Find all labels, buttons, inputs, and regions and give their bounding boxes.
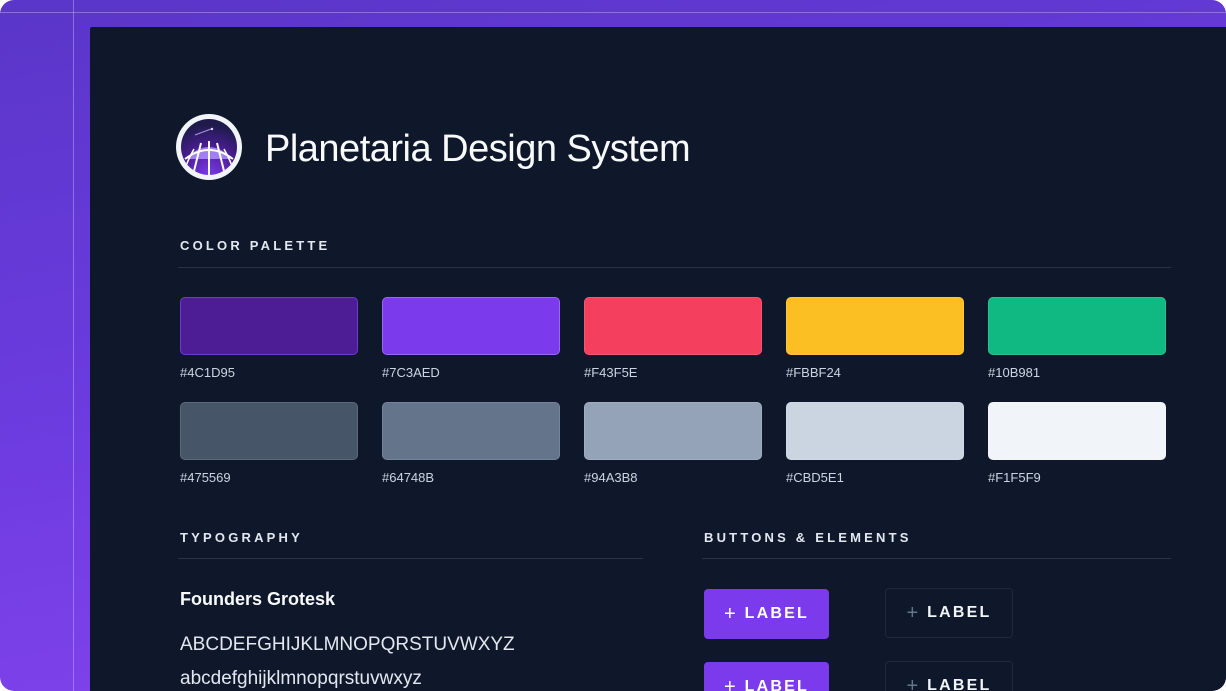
- uppercase-specimen: ABCDEFGHIJKLMNOPQRSTUVWXYZ: [180, 634, 515, 655]
- color-swatch[interactable]: [180, 402, 358, 460]
- outline-button[interactable]: + LABEL: [885, 661, 1013, 691]
- design-system-panel: Planetaria Design System COLOR PALETTE #…: [90, 27, 1226, 691]
- section-label-color-palette: COLOR PALETTE: [180, 238, 331, 253]
- color-swatch[interactable]: [988, 402, 1166, 460]
- color-swatch[interactable]: [988, 297, 1166, 355]
- divider: [178, 558, 643, 559]
- primary-button[interactable]: + LABEL: [704, 662, 829, 691]
- color-swatch[interactable]: [382, 297, 560, 355]
- divider: [702, 558, 1171, 559]
- color-swatch[interactable]: [584, 402, 762, 460]
- color-swatch-label: #475569: [180, 470, 231, 485]
- layout-guide-horizontal: [0, 12, 1226, 13]
- planetarium-dome-icon: [176, 114, 242, 180]
- section-label-buttons: BUTTONS & ELEMENTS: [704, 530, 912, 545]
- plus-icon: +: [906, 602, 919, 624]
- button-label: LABEL: [744, 605, 809, 622]
- color-swatch[interactable]: [786, 402, 964, 460]
- plus-icon: +: [723, 676, 736, 691]
- plus-icon: +: [906, 675, 919, 691]
- color-swatch-label: #10B981: [988, 365, 1041, 380]
- color-swatch-label: #94A3B8: [584, 470, 638, 485]
- color-swatch-label: #7C3AED: [382, 365, 440, 380]
- outline-button[interactable]: + LABEL: [885, 588, 1013, 638]
- color-swatch-label: #4C1D95: [180, 365, 235, 380]
- color-swatch[interactable]: [180, 297, 358, 355]
- color-swatch[interactable]: [382, 402, 560, 460]
- font-family-name: Founders Grotesk: [180, 589, 336, 609]
- color-swatch-label: #64748B: [382, 470, 435, 485]
- section-label-typography: TYPOGRAPHY: [180, 530, 304, 545]
- color-swatch-label: #FBBF24: [786, 365, 841, 380]
- page-title: Planetaria Design System: [265, 128, 691, 170]
- layout-guide-vertical: [73, 0, 74, 691]
- page-frame: Planetaria Design System COLOR PALETTE #…: [0, 0, 1226, 691]
- color-swatch-label: #CBD5E1: [786, 470, 844, 485]
- button-label: LABEL: [927, 604, 992, 621]
- color-swatch[interactable]: [584, 297, 762, 355]
- button-label: LABEL: [927, 677, 992, 691]
- primary-button[interactable]: + LABEL: [704, 589, 829, 639]
- divider: [178, 267, 1171, 268]
- lowercase-specimen: abcdefghijklmnopqrstuvwxyz: [180, 668, 422, 689]
- color-swatch[interactable]: [786, 297, 964, 355]
- button-label: LABEL: [744, 678, 809, 691]
- color-swatch-label: #F1F5F9: [988, 470, 1041, 485]
- plus-icon: +: [723, 603, 736, 625]
- color-swatch-label: #F43F5E: [584, 365, 638, 380]
